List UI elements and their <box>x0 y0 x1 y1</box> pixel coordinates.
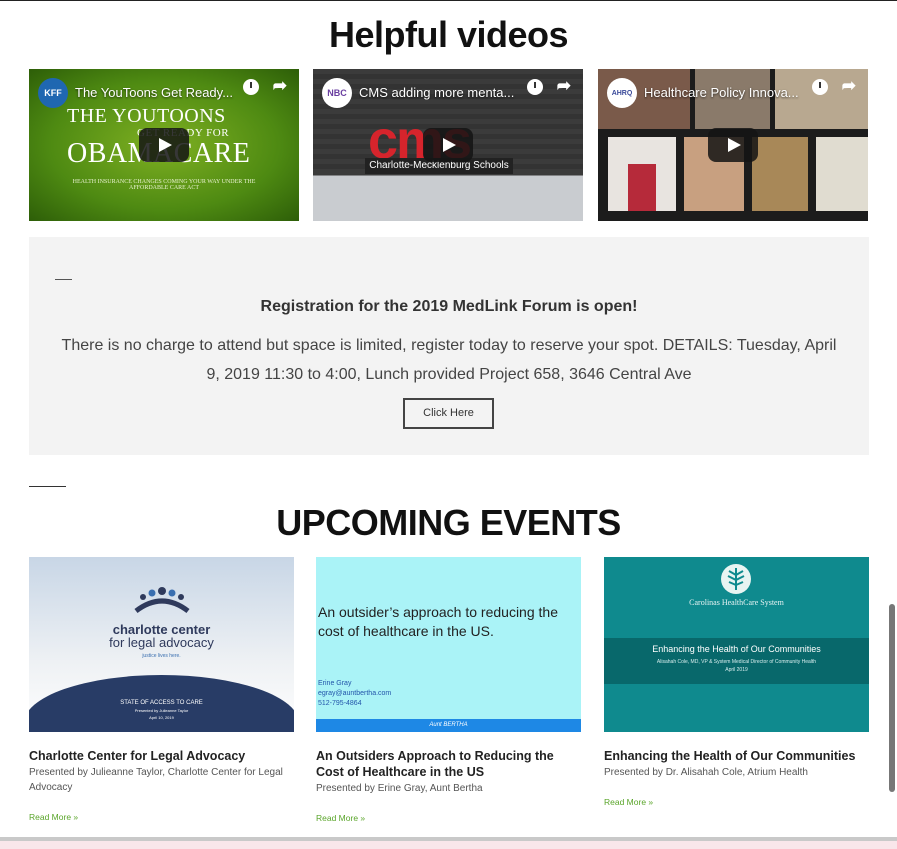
video-title[interactable]: The YouToons Get Ready... <box>75 85 245 100</box>
event-card: Carolinas HealthCare System Enhancing th… <box>604 557 869 807</box>
play-button-icon[interactable] <box>708 128 758 162</box>
share-icon[interactable]: ➦ <box>273 76 287 96</box>
thumb-tagline: justice lives here. <box>142 653 181 659</box>
event-title[interactable]: Charlotte Center for Legal Advocacy <box>29 748 294 764</box>
play-button-icon[interactable] <box>139 128 189 162</box>
thumb-contact: Erine Gray egray@auntbertha.com 512-795-… <box>318 680 392 707</box>
video-title[interactable]: Healthcare Policy Innova... <box>644 85 814 100</box>
event-thumbnail[interactable]: Carolinas HealthCare System Enhancing th… <box>604 557 869 732</box>
watch-later-icon[interactable] <box>812 79 828 95</box>
video-embed-youtoons[interactable]: THE YOUTOONS GET READY FOR OBAMACARE HEA… <box>29 69 299 221</box>
event-card: charlotte center for legal advocacy just… <box>29 557 294 822</box>
upcoming-events-title: UPCOMING EVENTS <box>276 502 621 543</box>
watch-later-icon[interactable] <box>527 79 543 95</box>
read-more-link[interactable]: Read More » <box>316 813 581 823</box>
event-presenter: Presented by Julieanne Taylor, Charlotte… <box>29 767 283 793</box>
click-here-button[interactable]: Click Here <box>403 398 494 429</box>
footer-strip <box>0 841 897 849</box>
read-more-link[interactable]: Read More » <box>29 812 294 822</box>
event-title[interactable]: An Outsiders Approach to Reducing the Co… <box>316 748 581 780</box>
event-presenter: Presented by Erine Gray, Aunt Bertha <box>316 783 483 794</box>
share-icon[interactable]: ➦ <box>842 76 856 96</box>
watch-later-icon[interactable] <box>243 79 259 95</box>
people-logo-icon <box>134 587 190 614</box>
nbc-channel-logo[interactable]: NBC <box>322 78 352 108</box>
thumb-caption: STATE OF ACCESS TO CARE Presented by Jul… <box>120 700 203 720</box>
video-embed-healthcare-policy[interactable]: AHRQ Healthcare Policy Innova... ➦ <box>598 69 868 221</box>
registration-title: Registration for the 2019 MedLink Forum … <box>260 298 638 315</box>
registration-details: There is no charge to attend but space i… <box>61 337 837 383</box>
thumb-headline: An outsider’s approach to reducing the c… <box>318 604 558 639</box>
registration-banner: Registration for the 2019 MedLink Forum … <box>29 237 869 455</box>
event-title[interactable]: Enhancing the Health of Our Communities <box>604 748 869 764</box>
video-frame-cell <box>752 137 808 211</box>
video-thumbnail-subtitle: HEALTH INSURANCE CHANGES COMING YOUR WAY… <box>72 179 256 191</box>
video-frame-person <box>628 164 656 211</box>
event-presenter: Presented by Dr. Alisahah Cole, Atrium H… <box>604 767 808 778</box>
play-button-icon[interactable] <box>423 128 473 162</box>
decorative-dash <box>55 279 72 280</box>
top-divider <box>0 0 897 1</box>
aunt-bertha-logo: Aunt BERTHA <box>316 719 581 732</box>
ahrq-channel-logo[interactable]: AHRQ <box>607 78 637 108</box>
share-icon[interactable]: ➦ <box>557 76 571 96</box>
event-card: An outsider’s approach to reducing the c… <box>316 557 581 823</box>
helpful-videos-title: Helpful videos <box>328 14 569 55</box>
video-frame-cell <box>816 137 868 211</box>
section-divider <box>29 486 66 487</box>
video-title[interactable]: CMS adding more menta... <box>359 85 529 100</box>
read-more-link[interactable]: Read More » <box>604 797 869 807</box>
event-thumbnail[interactable]: An outsider’s approach to reducing the c… <box>316 557 581 732</box>
thumb-org-name: Carolinas HealthCare System <box>689 598 784 607</box>
thumb-title-band: Enhancing the Health of Our Communities … <box>604 638 869 684</box>
event-thumbnail[interactable]: charlotte center for legal advocacy just… <box>29 557 294 732</box>
carolinas-healthcare-logo-icon <box>721 564 751 594</box>
thumb-org-name: charlotte center for legal advocacy <box>109 622 214 650</box>
kff-channel-logo[interactable]: KFF <box>38 78 68 108</box>
page-scrollbar[interactable] <box>889 604 895 792</box>
video-embed-cms[interactable]: cms Charlotte-Mecklenburg Schools NBC CM… <box>313 69 583 221</box>
